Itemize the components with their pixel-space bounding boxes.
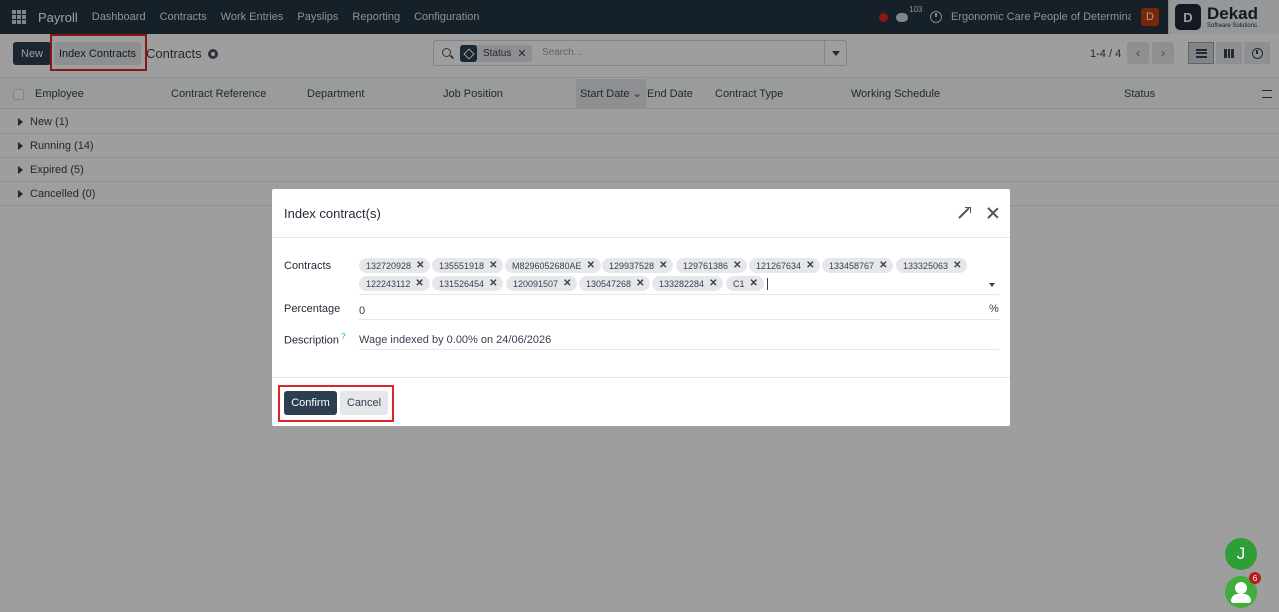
description-underline	[359, 349, 999, 350]
percentage-label: Percentage	[284, 303, 341, 315]
dialog-header: Index contract(s)	[272, 189, 1010, 238]
contract-tag: 133458767 ✕	[822, 258, 894, 273]
contract-tag: 133282284 ✕	[652, 276, 724, 291]
cancel-button[interactable]: Cancel	[340, 391, 388, 415]
contract-tag: 135551918 ✕	[432, 258, 504, 273]
contract-tag: 130547268 ✕	[579, 276, 651, 291]
tag-label: M8296052680AE	[512, 260, 582, 271]
caret-down-icon[interactable]	[989, 283, 995, 287]
close-icon[interactable]	[986, 206, 1000, 220]
tag-remove-icon[interactable]: ✕	[563, 278, 571, 289]
chat-bubble-user[interactable]: J	[1225, 538, 1257, 570]
tag-label: 133325063	[903, 260, 949, 271]
tag-remove-icon[interactable]: ✕	[659, 260, 667, 271]
help-tooltip-icon[interactable]: ?	[341, 332, 345, 341]
dialog-footer: Confirm Cancel	[272, 377, 1010, 426]
description-label-text: Description	[284, 334, 340, 347]
tag-label: 130547268	[586, 278, 632, 289]
tag-label: C1	[733, 278, 745, 289]
contract-tag: 132720928 ✕	[359, 258, 431, 273]
tag-label: 135551918	[439, 260, 485, 271]
expand-icon[interactable]	[958, 207, 971, 219]
tag-label: 120091507	[513, 278, 559, 289]
tag-remove-icon[interactable]: ✕	[750, 278, 758, 289]
tag-remove-icon[interactable]: ✕	[733, 260, 741, 271]
tag-remove-icon[interactable]: ✕	[489, 278, 497, 289]
contracts-label: Contracts	[284, 260, 332, 272]
tag-remove-icon[interactable]: ✕	[416, 260, 424, 271]
tag-label: 122243112	[366, 278, 411, 289]
index-contracts-dialog: Index contract(s) Contracts 132720928 ✕ 1…	[272, 189, 1010, 426]
contract-tag: 120091507 ✕	[506, 276, 578, 291]
confirm-button[interactable]: Confirm	[284, 391, 337, 415]
tag-remove-icon[interactable]: ✕	[953, 260, 961, 271]
contract-tag: 129937528 ✕	[602, 258, 674, 273]
tag-label: 129937528	[609, 260, 655, 271]
tag-label: 133282284	[659, 278, 705, 289]
tag-remove-icon[interactable]: ✕	[587, 260, 595, 271]
tags-underline	[359, 294, 999, 295]
tag-label: 121267634	[756, 260, 802, 271]
tag-remove-icon[interactable]: ✕	[806, 260, 814, 271]
contract-tag: 121267634 ✕	[749, 258, 821, 273]
tag-remove-icon[interactable]: ✕	[636, 278, 644, 289]
tag-remove-icon[interactable]: ✕	[879, 260, 887, 271]
percentage-underline	[359, 319, 999, 320]
tag-label: 132720928	[366, 260, 412, 271]
tag-remove-icon[interactable]: ✕	[415, 278, 423, 289]
tag-remove-icon[interactable]: ✕	[709, 278, 717, 289]
contract-tag: C1 ✕	[726, 276, 764, 291]
tag-label: 133458767	[829, 260, 875, 271]
description-input[interactable]: Wage indexed by 0.00% on 24/06/2026	[359, 334, 551, 346]
contract-tag: 129761386 ✕	[676, 258, 748, 273]
percentage-input[interactable]: 0	[359, 305, 365, 317]
contract-tag: 122243112 ✕	[359, 276, 430, 291]
tags-input-cursor[interactable]	[767, 278, 768, 290]
tag-remove-icon[interactable]: ✕	[489, 260, 497, 271]
percentage-suffix: %	[989, 303, 999, 315]
chat-group-badge: 6	[1249, 572, 1261, 584]
contract-tag: M8296052680AE ✕	[505, 258, 601, 273]
tag-label: 131526454	[439, 278, 485, 289]
dialog-title: Index contract(s)	[284, 206, 381, 221]
contract-tag: 131526454 ✕	[432, 276, 504, 291]
description-label: Description?	[284, 332, 345, 347]
contract-tag: 133325063 ✕	[896, 258, 968, 273]
tag-label: 129761386	[683, 260, 729, 271]
